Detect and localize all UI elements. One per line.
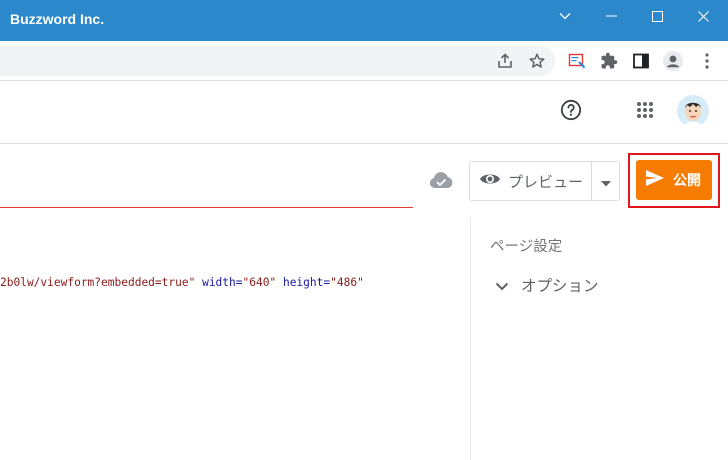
code-val-height: "486" <box>330 276 364 289</box>
browser-toolbar <box>0 41 728 81</box>
preview-dropdown-button[interactable] <box>592 162 620 200</box>
code-attr-height: height <box>282 276 324 289</box>
account-avatar[interactable] <box>677 95 709 127</box>
code-val-width: "640" <box>242 276 277 289</box>
window-title: Buzzword Inc. <box>10 11 105 27</box>
extension-screenshot-icon[interactable] <box>567 51 587 71</box>
title-input-underline <box>0 207 413 208</box>
preview-button-group: プレビュー <box>469 161 620 201</box>
star-icon[interactable] <box>527 51 547 71</box>
preview-label: プレビュー <box>508 172 584 191</box>
code-attr-width: width <box>202 276 236 289</box>
page-settings-panel: ページ設定 オプション <box>470 217 728 460</box>
minimize-button[interactable] <box>588 0 634 32</box>
page-settings-title: ページ設定 <box>490 239 563 255</box>
tab-search-button[interactable] <box>542 0 588 32</box>
send-icon <box>645 169 665 191</box>
maximize-icon <box>651 10 663 22</box>
help-icon[interactable] <box>559 98 583 122</box>
preview-button[interactable]: プレビュー <box>470 162 592 200</box>
code-url-fragment: 2b0lw/viewform?embedded=true" <box>0 276 196 289</box>
window-titlebar: Buzzword Inc. <box>0 0 728 41</box>
cloud-done-icon <box>428 169 454 191</box>
maximize-button[interactable] <box>634 0 680 32</box>
address-bar[interactable] <box>0 46 555 76</box>
publish-button[interactable]: 公開 <box>636 160 712 200</box>
close-icon <box>697 10 709 22</box>
options-expander[interactable]: オプション <box>495 274 599 296</box>
app-header <box>0 82 728 144</box>
puzzle-icon[interactable] <box>599 51 619 71</box>
html-code-line: 2b0lw/viewform?embedded=true" width="640… <box>0 276 364 289</box>
minimize-icon <box>605 15 617 17</box>
options-label: オプション <box>521 277 599 295</box>
side-panel-icon[interactable] <box>631 51 651 71</box>
publish-label: 公開 <box>673 173 701 189</box>
chevron-down-icon <box>495 276 509 295</box>
apps-grid-icon[interactable] <box>634 99 656 121</box>
profile-icon[interactable] <box>663 51 683 71</box>
close-button[interactable] <box>680 0 726 32</box>
more-vert-icon[interactable] <box>697 51 717 71</box>
share-icon[interactable] <box>495 51 515 71</box>
caret-down-icon <box>601 172 611 191</box>
eye-icon <box>479 171 501 191</box>
chevron-down-icon <box>559 12 571 20</box>
